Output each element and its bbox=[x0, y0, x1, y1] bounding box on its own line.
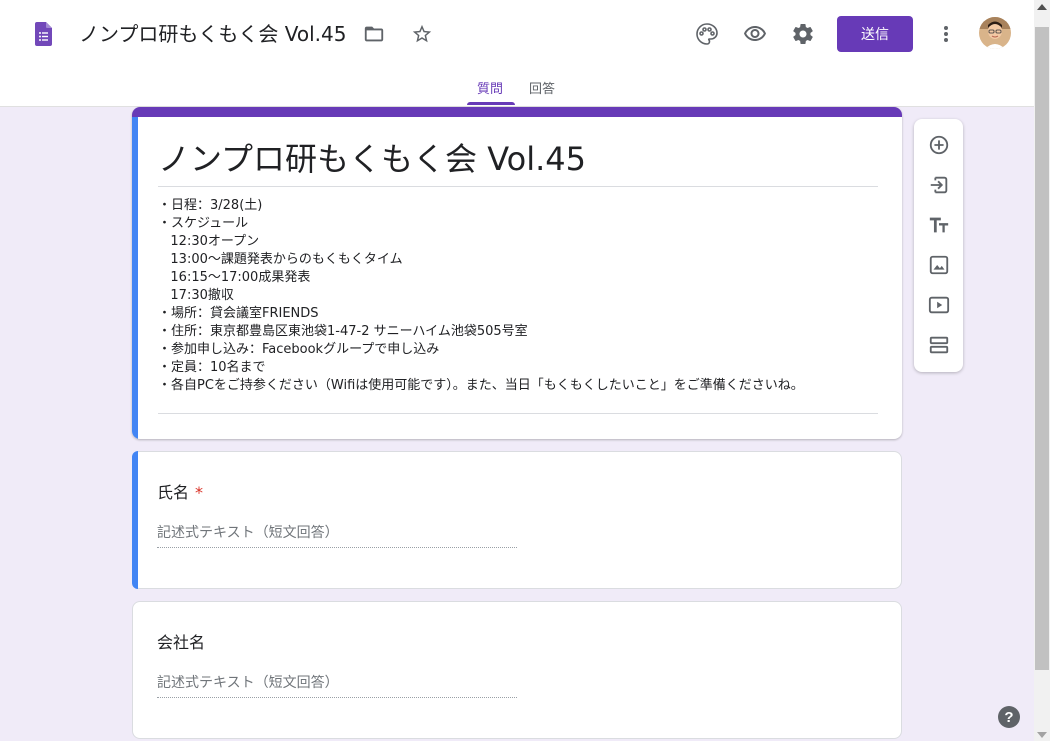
question-title[interactable]: 氏名 bbox=[157, 483, 189, 502]
description-line: 13:00～課題発表からのもくもくタイム bbox=[158, 252, 403, 267]
description-line: ・日程：3/28(土) bbox=[158, 198, 263, 213]
description-divider bbox=[158, 413, 878, 414]
avatar[interactable] bbox=[979, 17, 1011, 49]
description-line: 16:15～17:00成果発表 bbox=[158, 270, 311, 285]
tab-questions[interactable]: 質問 bbox=[477, 78, 503, 97]
scrollbar-thumb[interactable] bbox=[1035, 27, 1049, 670]
description-line: 12:30オープン bbox=[158, 234, 260, 249]
add-image-icon[interactable] bbox=[926, 252, 952, 278]
add-video-icon[interactable] bbox=[926, 292, 952, 318]
forms-logo-icon[interactable] bbox=[35, 22, 52, 46]
scroll-down-arrow-icon[interactable] bbox=[1037, 732, 1047, 738]
add-section-icon[interactable] bbox=[926, 332, 952, 358]
answer-underline bbox=[157, 547, 517, 548]
form-title[interactable]: ノンプロ研もくもく会 Vol.45 bbox=[158, 139, 586, 179]
more-vert-icon[interactable] bbox=[928, 16, 964, 52]
theme-top-bar bbox=[132, 107, 902, 117]
help-icon[interactable]: ? bbox=[998, 706, 1020, 728]
description-line: ・参加申し込み：Facebookグループで申し込み bbox=[158, 342, 440, 357]
add-question-icon[interactable] bbox=[926, 132, 952, 158]
title-divider bbox=[158, 186, 878, 187]
app-header: ノンプロ研もくもく会 Vol.45 送信 質問 回答 bbox=[0, 0, 1034, 107]
tab-bar: 質問 回答 bbox=[0, 66, 1034, 107]
active-tab-indicator bbox=[467, 102, 515, 105]
star-icon[interactable] bbox=[404, 16, 440, 52]
description-line: ・スケジュール bbox=[158, 216, 249, 231]
active-card-indicator bbox=[132, 117, 138, 439]
scroll-up-arrow-icon[interactable] bbox=[1037, 4, 1047, 10]
description-line: ・定員：10名まで bbox=[158, 360, 266, 375]
question-card-name[interactable]: 氏名 * 記述式テキスト（短文回答） bbox=[132, 451, 902, 589]
add-title-icon[interactable] bbox=[926, 212, 952, 238]
palette-icon[interactable] bbox=[689, 16, 725, 52]
short-answer-placeholder: 記述式テキスト（短文回答） bbox=[157, 675, 339, 691]
tab-responses[interactable]: 回答 bbox=[529, 78, 555, 97]
form-description[interactable]: ・日程：3/28(土) ・スケジュール 12:30オープン 13:00～課題発表か… bbox=[158, 197, 804, 395]
document-title[interactable]: ノンプロ研もくもく会 Vol.45 bbox=[79, 20, 347, 48]
folder-icon[interactable] bbox=[356, 16, 392, 52]
import-questions-icon[interactable] bbox=[926, 172, 952, 198]
description-line: ・各自PCをご持参ください（Wifiは使用可能です）。また、当日「もくもくしたい… bbox=[158, 378, 804, 393]
short-answer-placeholder: 記述式テキスト（短文回答） bbox=[157, 525, 339, 541]
form-title-card[interactable]: ノンプロ研もくもく会 Vol.45 ・日程：3/28(土) ・スケジュール 12:… bbox=[132, 107, 902, 439]
question-title[interactable]: 会社名 bbox=[157, 629, 205, 653]
gear-icon[interactable] bbox=[785, 16, 821, 52]
required-asterisk: * bbox=[195, 483, 204, 502]
question-label[interactable]: 氏名 * bbox=[157, 479, 203, 503]
description-line: 17:30撤収 bbox=[158, 288, 234, 303]
send-button[interactable]: 送信 bbox=[837, 16, 913, 52]
description-line: ・場所：貸会議室FRIENDS bbox=[158, 306, 319, 321]
answer-underline bbox=[157, 697, 517, 698]
description-line: ・住所：東京都豊島区東池袋1-47-2 サニーハイム池袋505号室 bbox=[158, 324, 528, 339]
question-card-company[interactable]: 会社名 記述式テキスト（短文回答） bbox=[132, 601, 902, 739]
eye-preview-icon[interactable] bbox=[737, 16, 773, 52]
side-toolbar bbox=[914, 119, 963, 372]
